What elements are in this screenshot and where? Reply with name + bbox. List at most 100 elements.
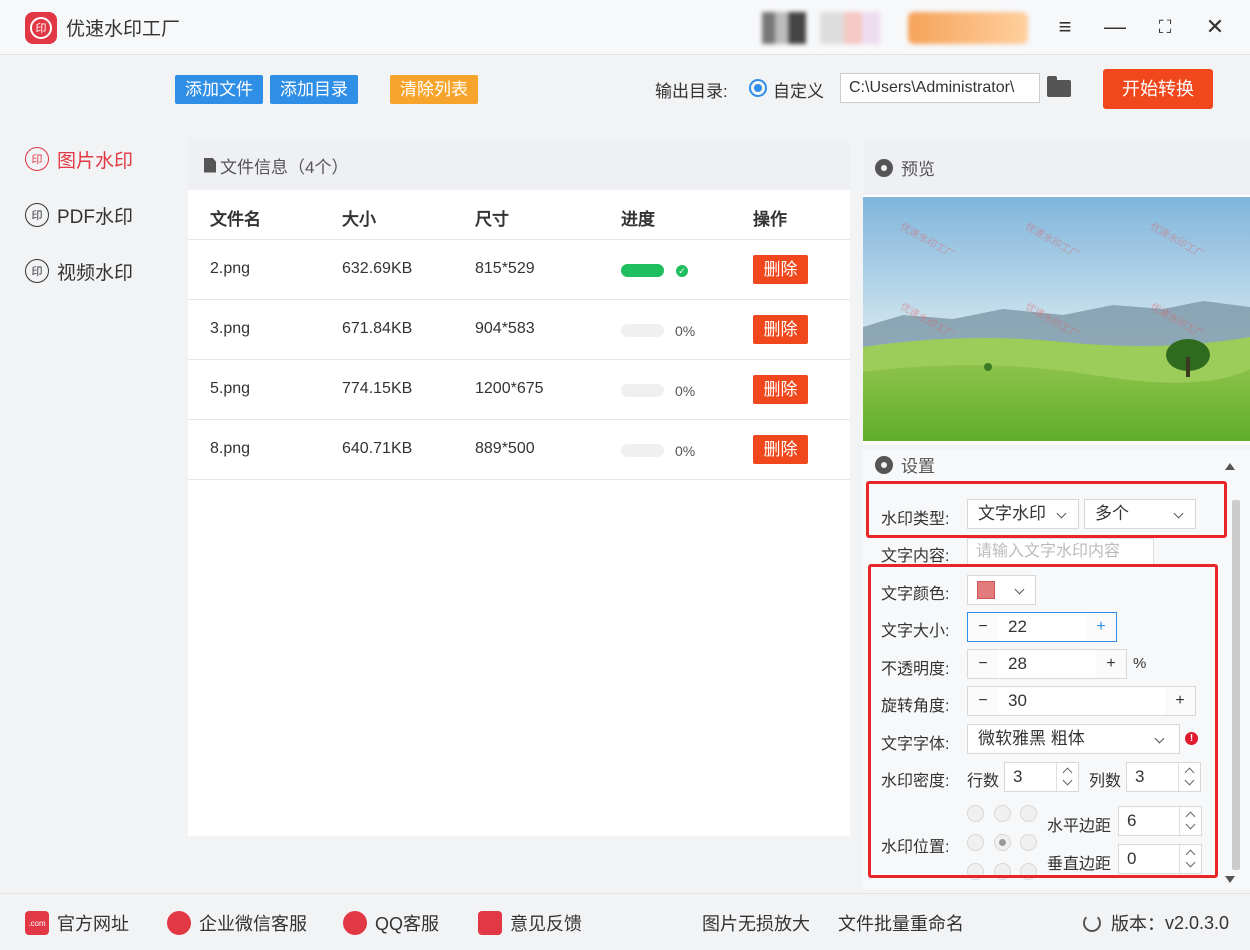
version-label: 版本： [1111,914,1165,934]
file-dims: 1200*675 [475,380,544,397]
output-path-input[interactable]: C:\Users\Administrator\ [840,73,1040,103]
clear-list-button[interactable]: 清除列表 [390,75,478,104]
footer-label: 意见反馈 [510,914,582,934]
image-upscale-link[interactable]: 图片无损放大 [702,910,810,936]
file-name: 8.png [210,440,251,457]
col-dims: 尺寸 [475,210,509,229]
stamp-icon: 印 [25,259,49,283]
add-file-button[interactable]: 添加文件 [175,75,263,104]
website-icon: .com [25,911,49,935]
nav-label: 图片水印 [57,150,134,172]
folder-icon[interactable] [1047,76,1071,97]
account-button[interactable] [908,12,1028,44]
batch-rename-link[interactable]: 文件批量重命名 [838,910,964,936]
progress-percent: 0% [675,323,696,339]
file-size: 640.71KB [342,440,413,457]
highlight-box [866,481,1227,538]
footer-label: 企业微信客服 [199,914,307,934]
file-name: 5.png [210,380,251,397]
progress-percent: 0% [675,383,696,399]
text-content-input[interactable]: 请输入文字水印内容 [967,538,1154,566]
progress-bar [621,324,664,337]
preview-panel: 预览 优速水印工厂 优速水印工厂 优速水印工厂 优速水印工厂 优速水印工厂 优速… [863,140,1250,445]
nav-video-watermark[interactable]: 印 视频水印 [25,256,133,286]
footer-label: 官方网址 [57,914,129,934]
minimize-button[interactable]: — [1100,12,1130,42]
qq-service-link[interactable]: QQ客服 [343,910,439,936]
qq-icon [343,911,367,935]
delete-button[interactable]: 删除 [753,255,808,284]
text-content-label: 文字内容: [881,548,950,565]
official-site-link[interactable]: .com 官方网址 [25,910,129,936]
file-size: 671.84KB [342,320,413,337]
menu-icon[interactable]: ≡ [1050,12,1080,42]
version-value: v2.0.3.0 [1165,912,1230,933]
file-list-panel: 文件信息（4个） 文件名 大小 尺寸 进度 操作 2.png 632.69KB 81… [188,140,850,836]
col-size: 大小 [342,210,376,229]
app-logo: 印 [25,12,57,44]
scrollbar-thumb[interactable] [1232,500,1240,870]
col-progress: 进度 [621,210,655,229]
title-bar: 印 优速水印工厂 ≡ — ⛶ ✕ [0,0,1250,55]
nav-label: 视频水印 [57,262,134,284]
file-dims: 815*529 [475,260,535,277]
progress-bar [621,384,664,397]
footer-label: QQ客服 [375,914,440,934]
gear-icon [875,158,893,177]
logo-glyph: 印 [30,17,52,39]
highlight-box [868,564,1218,878]
table-row: 3.png 671.84KB 904*583 0% 删除 [188,300,850,360]
table-row: 5.png 774.15KB 1200*675 0% 删除 [188,360,850,420]
table-row: 8.png 640.71KB 889*500 0% 删除 [188,420,850,480]
file-name: 2.png [210,260,251,277]
wechat-icon [167,911,191,935]
file-name: 3.png [210,320,251,337]
progress-percent: 0% [675,443,696,459]
scroll-down-arrow[interactable] [1225,876,1235,883]
settings-header: 设置 [875,452,935,477]
check-icon: ✓ [676,265,688,277]
user-info[interactable] [820,12,880,44]
document-icon [204,157,216,173]
file-size: 632.69KB [342,260,413,277]
table-row: 2.png 632.69KB 815*529 ✓ 删除 [188,240,850,300]
file-info-header: 文件信息（4个） [188,140,850,190]
file-dims: 904*583 [475,320,535,337]
footer: .com 官方网址 企业微信客服 QQ客服 意见反馈 图片无损放大 文件批量重命… [0,893,1250,950]
scroll-up-arrow[interactable] [1225,463,1235,470]
nav-image-watermark[interactable]: 印 图片水印 [25,144,133,174]
preview-title: 预览 [901,160,935,179]
nav-pdf-watermark[interactable]: 印 PDF水印 [25,200,133,230]
progress-bar [621,444,664,457]
start-convert-button[interactable]: 开始转换 [1103,69,1213,109]
progress-bar [621,264,664,277]
file-size: 774.15KB [342,380,413,397]
nav-label: PDF水印 [57,206,134,228]
file-info-title: 文件信息（4个） [220,157,349,177]
maximize-button[interactable]: ⛶ [1150,12,1180,42]
stamp-icon: 印 [25,147,49,171]
add-directory-button[interactable]: 添加目录 [270,75,358,104]
custom-dir-radio[interactable] [749,79,767,97]
col-name: 文件名 [210,210,261,229]
close-button[interactable]: ✕ [1200,12,1230,42]
version-info[interactable]: 版本： v2.0.3.0 [1083,910,1229,936]
custom-dir-label[interactable]: 自定义 [773,77,824,102]
delete-button[interactable]: 删除 [753,435,808,464]
gear-icon [875,455,893,474]
preview-header: 预览 [863,140,1250,195]
feedback-link[interactable]: 意见反馈 [478,910,582,936]
wechat-service-link[interactable]: 企业微信客服 [167,910,307,936]
stamp-icon: 印 [25,203,49,227]
sidebar: 印 图片水印 印 PDF水印 印 视频水印 [0,55,163,895]
feedback-icon [478,911,502,935]
user-avatar[interactable] [762,12,806,44]
app-title: 优速水印工厂 [66,19,181,40]
file-dims: 889*500 [475,440,535,457]
delete-button[interactable]: 删除 [753,315,808,344]
table-header: 文件名 大小 尺寸 进度 操作 [188,190,850,240]
toolbar: 添加文件 添加目录 清除列表 输出目录: 自定义 C:\Users\Admini… [163,55,1250,127]
delete-button[interactable]: 删除 [753,375,808,404]
output-dir-label: 输出目录: [655,82,728,101]
col-action: 操作 [753,210,787,229]
